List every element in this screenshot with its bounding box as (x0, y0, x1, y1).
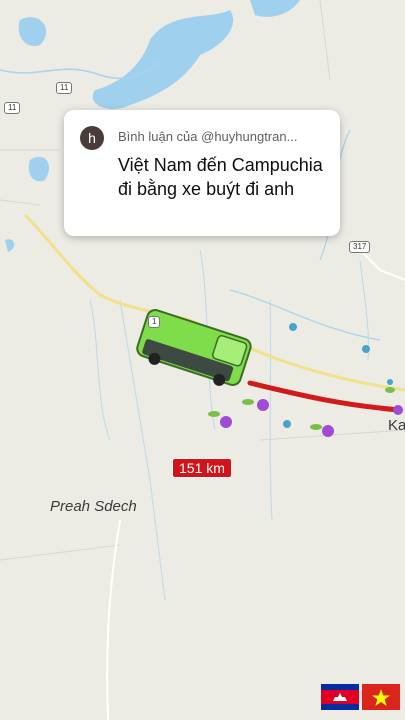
place-label-partial: Ka (388, 417, 405, 434)
comment-text: Việt Nam đến Campuchia đi bằng xe buýt đ… (118, 155, 323, 199)
road-shield: 11 (56, 82, 73, 94)
avatar: h (80, 126, 104, 150)
distance-label: 151 km (172, 458, 232, 478)
road-shield: 1 (148, 316, 161, 328)
vietnam-flag-icon (362, 684, 400, 710)
map-canvas[interactable] (0, 0, 405, 720)
road-shield: 317 (349, 241, 371, 253)
road-shield: 11 (4, 102, 21, 114)
comment-card[interactable]: h Bình luận của @huyhungtran... Việt Nam… (64, 110, 340, 236)
cambodia-flag-icon (321, 684, 359, 710)
place-label-preah-sdech: Preah Sdech (50, 498, 137, 515)
comment-author: Bình luận của @huyhungtran... (118, 129, 298, 144)
